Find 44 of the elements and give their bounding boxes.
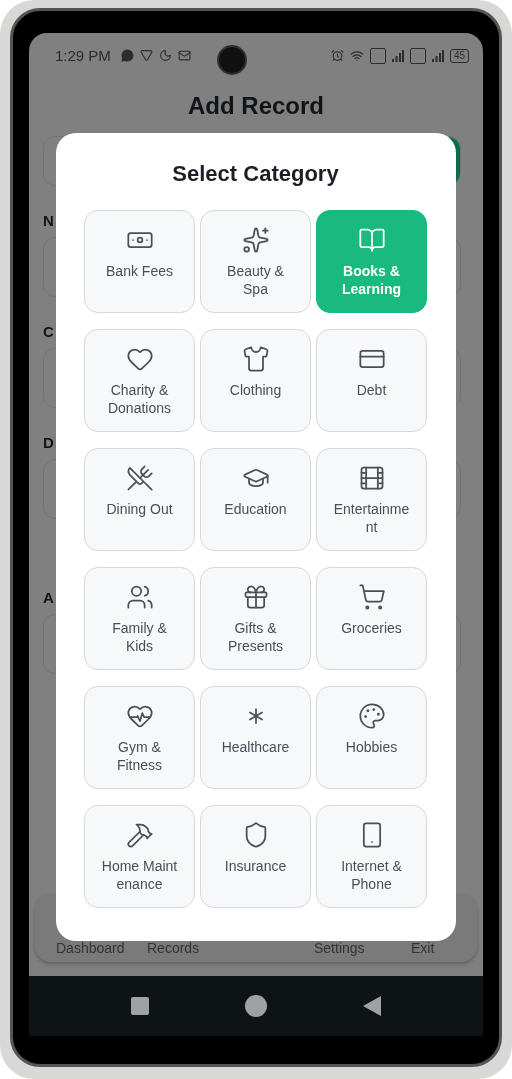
category-tile[interactable]: Healthcare xyxy=(200,686,311,789)
category-tile[interactable]: Gym & Fitness xyxy=(84,686,195,789)
status-time: 1:29 PM xyxy=(55,47,111,64)
field-label: A xyxy=(43,589,54,606)
category-tile[interactable]: Entertainme nt xyxy=(316,448,427,551)
dialog-title: Select Category xyxy=(172,161,339,188)
category-tile[interactable]: Home Maint enance xyxy=(84,805,195,908)
cart-icon xyxy=(357,583,386,611)
category-tile[interactable]: Insurance xyxy=(200,805,311,908)
triangle-icon xyxy=(139,49,153,62)
camera-hole xyxy=(216,44,247,75)
category-tile[interactable]: Internet & Phone xyxy=(316,805,427,908)
field-label: D xyxy=(43,434,54,451)
chat-icon xyxy=(120,49,134,62)
battery-level: 45 xyxy=(449,48,469,63)
hammer-icon xyxy=(125,821,154,849)
category-tile[interactable]: Beauty & Spa xyxy=(200,210,311,313)
signal-icon xyxy=(431,49,444,62)
book-icon xyxy=(357,226,386,254)
alarm-icon xyxy=(330,49,344,62)
category-tile[interactable]: Education xyxy=(200,448,311,551)
field-label: N xyxy=(43,212,54,229)
back-icon xyxy=(362,995,382,1017)
shirt-icon xyxy=(241,345,270,373)
mail-icon xyxy=(177,49,191,62)
palette-icon xyxy=(357,702,386,730)
wifi-icon xyxy=(349,48,364,63)
category-tile[interactable]: Gifts & Presents xyxy=(200,567,311,670)
signal-icon xyxy=(391,49,404,62)
utensils-icon xyxy=(125,464,154,492)
field-label: C xyxy=(43,323,54,340)
sparkles-icon xyxy=(241,226,270,254)
category-tile[interactable]: Debt xyxy=(316,329,427,432)
category-tile[interactable]: Clothing xyxy=(200,329,311,432)
page-title: Add Record xyxy=(187,91,325,121)
category-tile[interactable]: Charity & Donations xyxy=(84,329,195,432)
category-tile[interactable]: Bank Fees xyxy=(84,210,195,313)
home-icon xyxy=(245,995,267,1017)
people-icon xyxy=(125,583,154,611)
category-tile[interactable]: Groceries xyxy=(316,567,427,670)
category-tile[interactable]: Hobbies xyxy=(316,686,427,789)
recents-icon xyxy=(130,996,150,1016)
category-tile[interactable]: Family & Kids xyxy=(84,567,195,670)
category-tile[interactable]: Dining Out xyxy=(84,448,195,551)
